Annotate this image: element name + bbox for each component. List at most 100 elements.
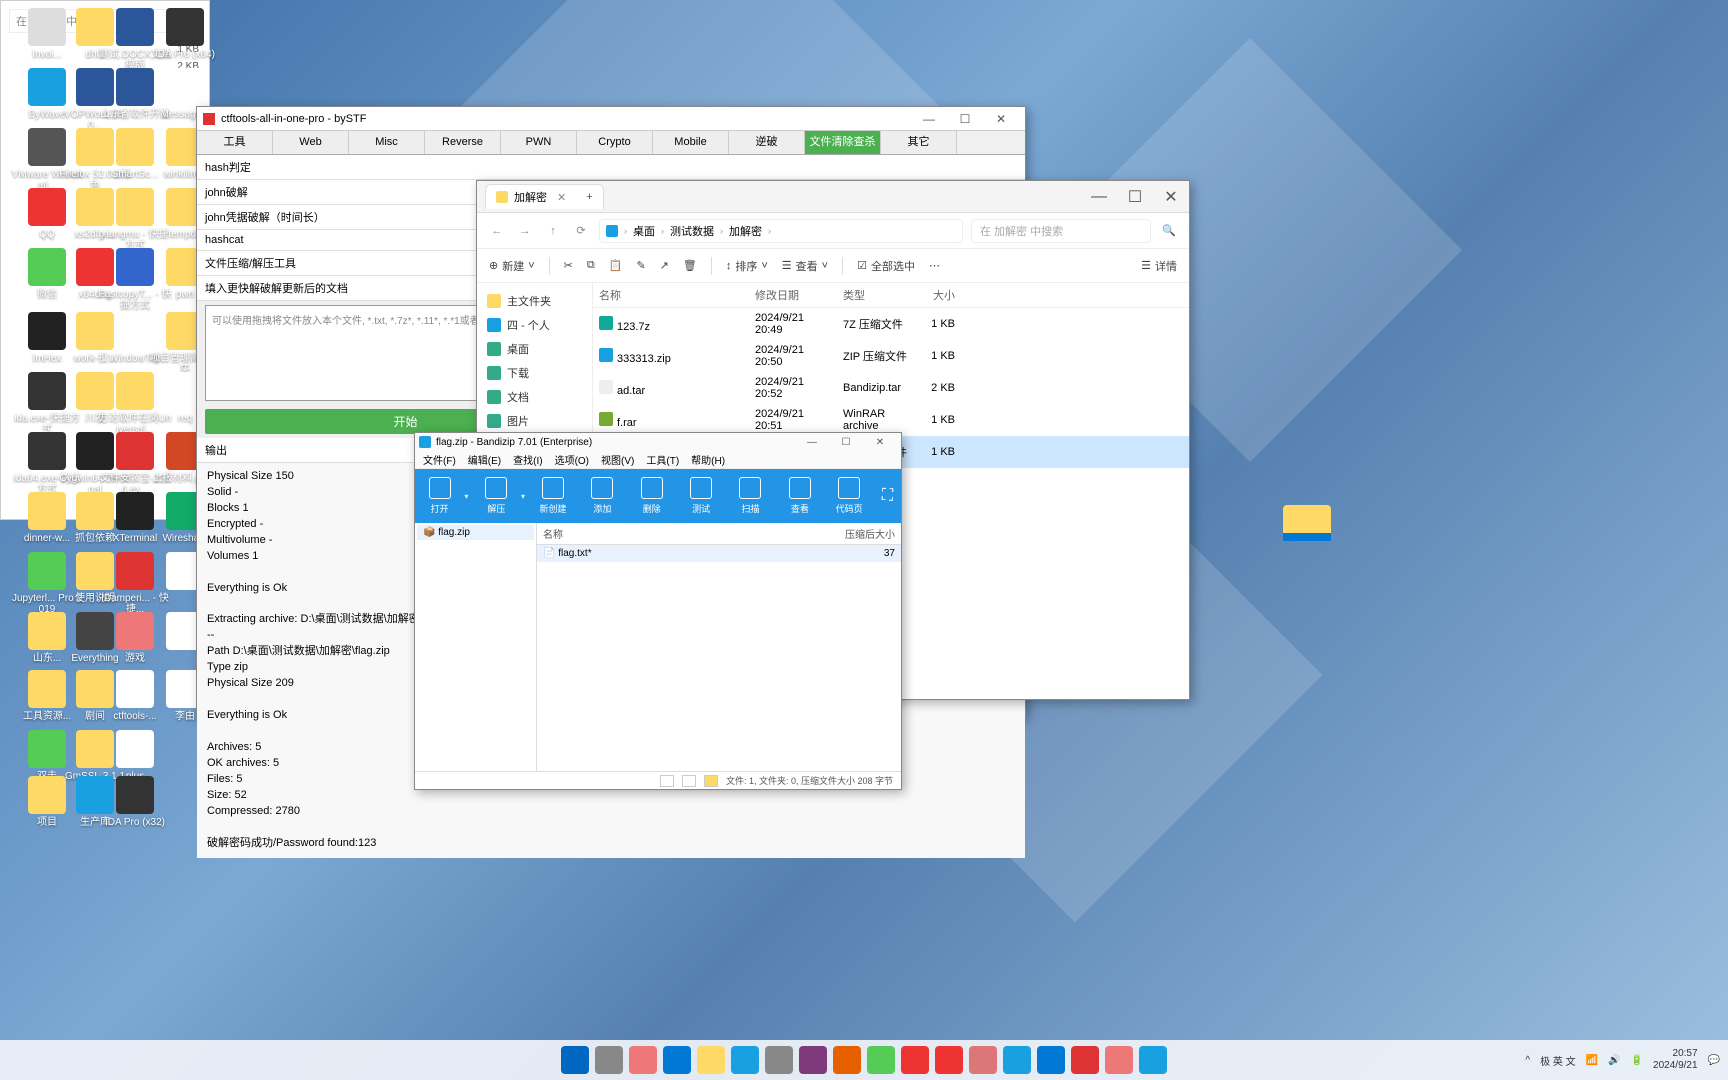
battery-icon[interactable]: 🔋: [1631, 1055, 1643, 1066]
ctf-tab[interactable]: 工具: [197, 131, 273, 154]
volume-icon[interactable]: 🔊: [1608, 1055, 1620, 1066]
refresh-button[interactable]: ⟳: [571, 224, 591, 237]
selectall-button[interactable]: ☑ 全部选中: [857, 258, 915, 274]
maximize-button[interactable]: ☐: [1117, 187, 1153, 207]
taskbar-app2[interactable]: [969, 1046, 997, 1074]
up-button[interactable]: ↑: [543, 225, 563, 237]
sidebar-item[interactable]: 图片: [481, 409, 588, 433]
bz-tool-删除[interactable]: 删除: [627, 477, 676, 515]
view-icon-3[interactable]: [704, 775, 718, 787]
taskbar-byrunner[interactable]: [1003, 1046, 1031, 1074]
bz-titlebar[interactable]: flag.zip - Bandizip 7.01 (Enterprise) — …: [415, 433, 901, 451]
bz-file-row[interactable]: 📄 flag.txt* 37: [537, 545, 901, 562]
ctf-tab[interactable]: Misc: [349, 131, 425, 154]
bz-tool-代码页[interactable]: 代码页: [825, 477, 874, 515]
search-input[interactable]: 在 加解密 中搜索: [971, 219, 1151, 243]
clock[interactable]: 20:57 2024/9/21: [1653, 1048, 1698, 1072]
breadcrumb[interactable]: › 桌面› 测试数据› 加解密›: [599, 219, 963, 243]
sort-button[interactable]: ↕ 排序 ˅: [726, 258, 768, 274]
cut-icon[interactable]: ✂: [564, 259, 573, 272]
taskbar-store[interactable]: [731, 1046, 759, 1074]
taskbar-app5[interactable]: [1139, 1046, 1167, 1074]
taskbar-edge[interactable]: [663, 1046, 691, 1074]
sidebar-item[interactable]: 文档: [481, 385, 588, 409]
file-row[interactable]: 123.7z2024/9/21 20:497Z 压缩文件1 KB: [593, 308, 1189, 340]
sidebar-item[interactable]: 主文件夹: [481, 289, 588, 313]
menu-item[interactable]: 编辑(E): [468, 452, 501, 467]
notification-icon[interactable]: 💬: [1708, 1055, 1720, 1066]
tree-root[interactable]: 📦 flag.zip: [417, 525, 534, 540]
ctf-tab[interactable]: Web: [273, 131, 349, 154]
taskbar-app1[interactable]: [901, 1046, 929, 1074]
bz-tool-解压[interactable]: 解压: [472, 477, 521, 515]
bz-tool-添加[interactable]: 添加: [578, 477, 627, 515]
sidebar-item[interactable]: 下载: [481, 361, 588, 385]
minimize-button[interactable]: —: [911, 112, 947, 126]
taskbar-app3[interactable]: [1071, 1046, 1099, 1074]
maximize-button[interactable]: ☐: [947, 112, 983, 126]
desktop-icon[interactable]: plus: [98, 730, 172, 782]
desktop-icon[interactable]: IDA Pro (x64): [148, 8, 222, 60]
file-row[interactable]: 333313.zip2024/9/21 20:50ZIP 压缩文件1 KB: [593, 340, 1189, 372]
close-button[interactable]: ✕: [863, 437, 897, 448]
ctf-tab[interactable]: 逆破: [729, 131, 805, 154]
ctf-tab[interactable]: 文件清除查杀: [805, 131, 881, 154]
menu-item[interactable]: 文件(F): [423, 452, 456, 467]
desktop-icon[interactable]: IDA Pro (x32): [98, 776, 172, 828]
ime-indicator[interactable]: 极 英 文: [1540, 1053, 1576, 1068]
back-button[interactable]: ←: [487, 225, 507, 237]
taskbar-firefox[interactable]: [833, 1046, 861, 1074]
forward-button[interactable]: →: [515, 225, 535, 237]
minimize-button[interactable]: —: [795, 437, 829, 448]
view-button[interactable]: ☰ 查看 ˅: [782, 258, 828, 274]
close-button[interactable]: ✕: [1153, 187, 1189, 207]
taskbar-vscode[interactable]: [1037, 1046, 1065, 1074]
copy-icon[interactable]: ⧉: [587, 259, 595, 272]
more-button[interactable]: ⋯: [929, 259, 940, 272]
new-tab-button[interactable]: +: [586, 191, 592, 203]
share-icon[interactable]: ↗: [660, 259, 669, 272]
tab-close-icon[interactable]: ✕: [553, 191, 570, 204]
explorer-floating-icon[interactable]: [1270, 505, 1344, 565]
taskbar-wechat[interactable]: [867, 1046, 895, 1074]
new-button[interactable]: ⊕ 新建 ˅: [489, 258, 535, 274]
minimize-button[interactable]: —: [1081, 188, 1117, 206]
wifi-icon[interactable]: 📶: [1586, 1055, 1598, 1066]
bz-tool-打开[interactable]: 打开: [415, 477, 464, 515]
bz-tool-扫描[interactable]: 扫描: [726, 477, 775, 515]
delete-icon[interactable]: 🗑: [683, 259, 697, 272]
view-icon-2[interactable]: [682, 775, 696, 787]
bz-tool-查看[interactable]: 查看: [775, 477, 824, 515]
details-button[interactable]: ☰ 详情: [1141, 258, 1177, 274]
ctf-tab[interactable]: Mobile: [653, 131, 729, 154]
maximize-button[interactable]: ☐: [829, 437, 863, 448]
tray-chevron-icon[interactable]: ^: [1525, 1055, 1530, 1066]
ctf-tab[interactable]: Reverse: [425, 131, 501, 154]
bz-tool-测试[interactable]: 测试: [676, 477, 725, 515]
taskbar-settings[interactable]: [765, 1046, 793, 1074]
ctf-tab[interactable]: PWN: [501, 131, 577, 154]
taskbar-start[interactable]: [561, 1046, 589, 1074]
search-icon[interactable]: 🔍: [1159, 224, 1179, 237]
ctf-tab[interactable]: 其它: [881, 131, 957, 154]
explorer-tab[interactable]: 加解密 ✕ +: [485, 184, 604, 209]
ctf-section[interactable]: hash判定: [197, 155, 1025, 180]
taskbar-explorer[interactable]: [697, 1046, 725, 1074]
sidebar-item[interactable]: 桌面: [481, 337, 588, 361]
taskbar-onenote[interactable]: [799, 1046, 827, 1074]
view-icon-1[interactable]: [660, 775, 674, 787]
menu-item[interactable]: 视图(V): [601, 452, 634, 467]
sidebar-item[interactable]: 四 - 个人: [481, 313, 588, 337]
ctf-tab[interactable]: Crypto: [577, 131, 653, 154]
rename-icon[interactable]: ✎: [636, 259, 645, 272]
menu-item[interactable]: 帮助(H): [691, 452, 725, 467]
close-button[interactable]: ✕: [983, 112, 1019, 126]
taskbar-qq[interactable]: [935, 1046, 963, 1074]
taskbar-search[interactable]: [595, 1046, 623, 1074]
menu-item[interactable]: 查找(I): [513, 452, 542, 467]
bz-tool-新创建[interactable]: 新创建: [528, 477, 577, 515]
expand-icon[interactable]: ⛶: [874, 487, 901, 505]
menu-item[interactable]: 工具(T): [646, 452, 679, 467]
paste-icon[interactable]: 📋: [609, 259, 623, 272]
ctf-titlebar[interactable]: ctftools-all-in-one-pro - bySTF — ☐ ✕: [197, 107, 1025, 131]
